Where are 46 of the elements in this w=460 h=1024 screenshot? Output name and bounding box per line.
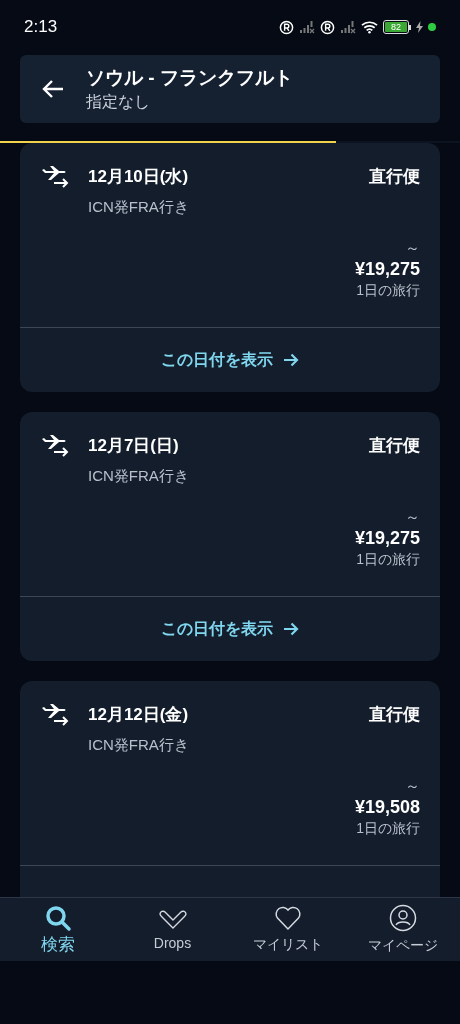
route-text: ICN発FRA行き <box>88 197 190 217</box>
route-text: ICN発FRA行き <box>88 735 190 755</box>
flight-date: 12月12日(金) <box>88 704 189 726</box>
flight-date: 12月10日(水) <box>88 166 189 188</box>
arrow-right-icon <box>283 622 299 636</box>
flight-icon <box>40 704 70 726</box>
nav-tab[interactable]: 検索 <box>0 898 115 961</box>
show-date-link[interactable]: この日付を表示 <box>161 617 299 641</box>
price: ¥19,508 <box>354 796 420 819</box>
status-time: 2:13 <box>24 16 58 39</box>
nav-tab[interactable]: マイページ <box>345 898 460 961</box>
signal-icon <box>299 20 315 34</box>
flight-result-card[interactable]: 12月12日(金) 直行便 ICN発FRA行き ～ ¥19,508 1日の旅行 <box>20 681 440 897</box>
arrow-right-icon <box>283 353 299 367</box>
search-icon <box>43 904 72 932</box>
trip-duration: 1日の旅行 <box>356 550 420 568</box>
price-prefix: ～ <box>405 239 420 257</box>
trip-duration: 1日の旅行 <box>356 281 420 299</box>
flight-icon <box>40 166 70 188</box>
wifi-icon <box>361 20 378 34</box>
heart-icon <box>273 905 302 931</box>
route-subtitle: 指定なし <box>86 92 151 112</box>
price: ¥19,275 <box>354 527 420 550</box>
registered-icon <box>279 19 294 35</box>
profile-icon <box>388 904 417 932</box>
price-prefix: ～ <box>405 508 420 526</box>
back-arrow-icon <box>41 79 65 99</box>
registered-icon <box>320 19 335 35</box>
signal-icon <box>340 20 356 34</box>
show-date-link[interactable]: この日付を表示 <box>161 348 299 372</box>
nav-tab[interactable]: マイリスト <box>230 898 345 961</box>
route-title: ソウル - フランクフルト <box>86 66 293 90</box>
flight-icon <box>40 435 70 457</box>
price-prefix: ～ <box>405 777 420 795</box>
price: ¥19,275 <box>354 258 420 281</box>
flight-type: 直行便 <box>369 704 420 726</box>
battery-icon: 82 <box>383 20 411 34</box>
nav-tab[interactable]: Drops <box>115 898 230 961</box>
flight-type: 直行便 <box>369 166 420 188</box>
flight-type: 直行便 <box>369 435 420 457</box>
charging-icon <box>416 21 423 33</box>
flight-result-card[interactable]: 12月7日(日) 直行便 ICN発FRA行き ～ ¥19,275 1日の旅行 この日付を表示 <box>20 412 440 661</box>
route-text: ICN発FRA行き <box>88 466 190 486</box>
flight-date: 12月7日(日) <box>88 435 179 457</box>
trip-duration: 1日の旅行 <box>356 819 420 837</box>
flight-result-card[interactable]: 12月10日(水) 直行便 ICN発FRA行き ～ ¥19,275 1日の旅行 この日付を表示 <box>20 143 440 392</box>
